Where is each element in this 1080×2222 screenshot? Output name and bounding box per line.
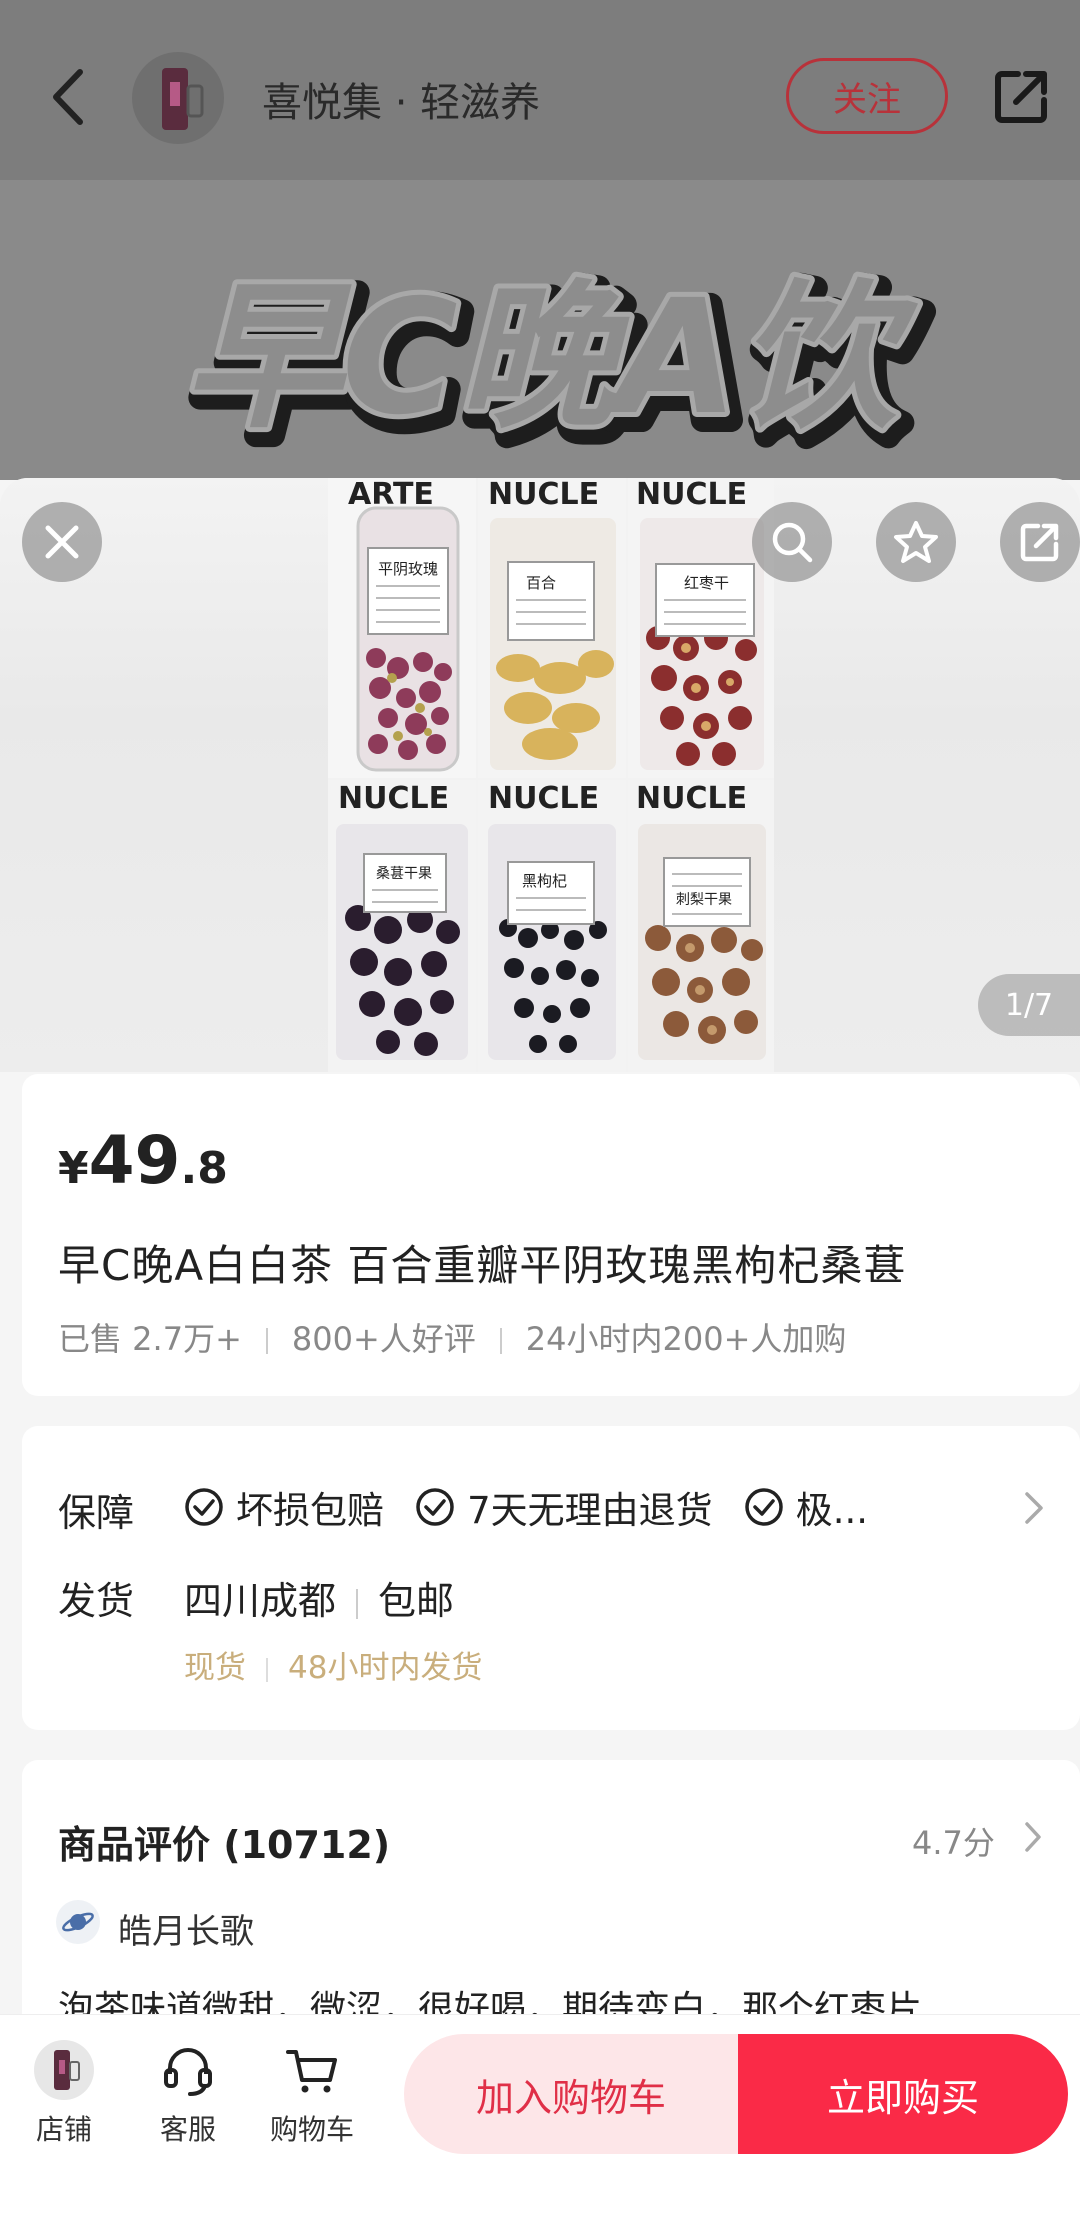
stock-status: 现货 [184, 1650, 246, 1686]
ship-origin: 四川成都 [184, 1579, 337, 1623]
shipping-info: 四川成都 包邮 [184, 1570, 454, 1625]
guarantee-label: 保障 [58, 1491, 135, 1535]
cart-tab[interactable]: 购物车 [262, 2040, 362, 2148]
svg-text:桑葚干果: 桑葚干果 [376, 866, 432, 882]
guarantee-item: 坏损包赔 [184, 1480, 384, 1534]
svg-text:黑枸杞: 黑枸杞 [522, 872, 567, 890]
cart-icon [286, 2050, 337, 2093]
review-snippet: 泡茶味道微甜，微涩，很好喝，期待变白，那个红枣片 [58, 1989, 923, 2014]
price-integer: 49 [88, 1122, 181, 1199]
svg-text:百合: 百合 [526, 574, 556, 592]
dispatch-info: 现货 48小时内发货 [184, 1642, 482, 1687]
chevron-right-icon[interactable] [1022, 1490, 1046, 1526]
review-score: 4.7分 [912, 1824, 995, 1862]
guarantee-item: 7天无理由退货 [415, 1480, 713, 1534]
reviewer-name: 皓月长歌 [118, 1912, 254, 1952]
store-tab[interactable]: 店铺 [14, 2040, 114, 2148]
reviews-title: 商品评价 (10712) [58, 1823, 391, 1867]
shipping-fee: 包邮 [378, 1579, 455, 1623]
service-card[interactable] [22, 1426, 1080, 1730]
price: ¥49.8 [58, 1122, 228, 1199]
search-button[interactable] [752, 502, 832, 582]
svg-text:早C晚A饮: 早C晚A饮 [184, 266, 918, 450]
search-icon [772, 522, 813, 563]
buy-now-button[interactable]: 立即购买 [738, 2034, 1068, 2154]
favorite-button[interactable] [876, 502, 956, 582]
price-decimal: .8 [180, 1143, 228, 1194]
close-button[interactable] [22, 502, 102, 582]
product-photo[interactable]: ARTE NUCLE NUCLE 平阴玫瑰 百合 红枣干 NUCLE NUCLE… [328, 478, 774, 1072]
close-icon [45, 525, 79, 559]
sales-stats: 已售 2.7万+ 800+人好评 24小时内200+人加购 [58, 1314, 846, 1360]
planet-icon [62, 1912, 94, 1932]
share-button[interactable] [1000, 502, 1080, 582]
svg-text:NUCLE: NUCLE [488, 478, 599, 512]
sold-count: 已售 2.7万+ [58, 1320, 242, 1358]
svg-text:刺梨干果: 刺梨干果 [676, 892, 732, 908]
guarantee-list[interactable]: 坏损包赔 7天无理由退货 极... [184, 1480, 894, 1534]
recent-cart-count: 24小时内200+人加购 [525, 1320, 847, 1358]
svg-text:NUCLE: NUCLE [488, 781, 599, 816]
back-arrow-icon[interactable] [44, 62, 94, 132]
svg-text:NUCLE: NUCLE [338, 781, 449, 816]
check-circle-icon [185, 1488, 223, 1526]
gallery-page-indicator: 1/7 [978, 974, 1080, 1036]
svg-text:NUCLE: NUCLE [636, 781, 747, 816]
banner-title: 早C晚A饮 早C晚A饮 早C晚A饮 [178, 262, 936, 462]
good-review-count: 800+人好评 [291, 1320, 476, 1358]
share-icon [1020, 523, 1059, 562]
follow-button[interactable]: 关注 [786, 58, 948, 134]
shop-avatar[interactable] [132, 52, 224, 144]
dispatch-time: 48小时内发货 [288, 1650, 483, 1686]
price-symbol: ¥ [58, 1143, 89, 1194]
add-to-cart-button[interactable]: 加入购物车 [404, 2034, 738, 2154]
review-snippet-clip: 泡茶味道微甜，微涩，很好喝，期待变白，那个红枣片 [58, 1980, 1058, 2014]
chevron-right-icon[interactable] [1022, 1820, 1044, 1854]
check-circle-icon [416, 1488, 454, 1526]
customer-service-tab[interactable]: 客服 [138, 2040, 238, 2148]
reviewer-avatar [56, 1900, 100, 1944]
store-icon [34, 2040, 94, 2100]
shop-name: 喜悦集 · 轻滋养 [262, 80, 541, 126]
shipping-label: 发货 [58, 1579, 135, 1623]
svg-text:红枣干: 红枣干 [684, 574, 729, 592]
check-circle-icon [744, 1488, 783, 1526]
svg-text:NUCLE: NUCLE [636, 478, 747, 512]
guarantee-item: 极... [744, 1480, 868, 1534]
share-icon[interactable] [992, 66, 1052, 126]
star-icon [894, 521, 938, 563]
product-title: 早C晚A白白茶 百合重瓣平阴玫瑰黑枸杞桑葚 [58, 1241, 907, 1290]
headset-icon [164, 2048, 212, 2096]
svg-text:平阴玫瑰: 平阴玫瑰 [378, 560, 438, 578]
